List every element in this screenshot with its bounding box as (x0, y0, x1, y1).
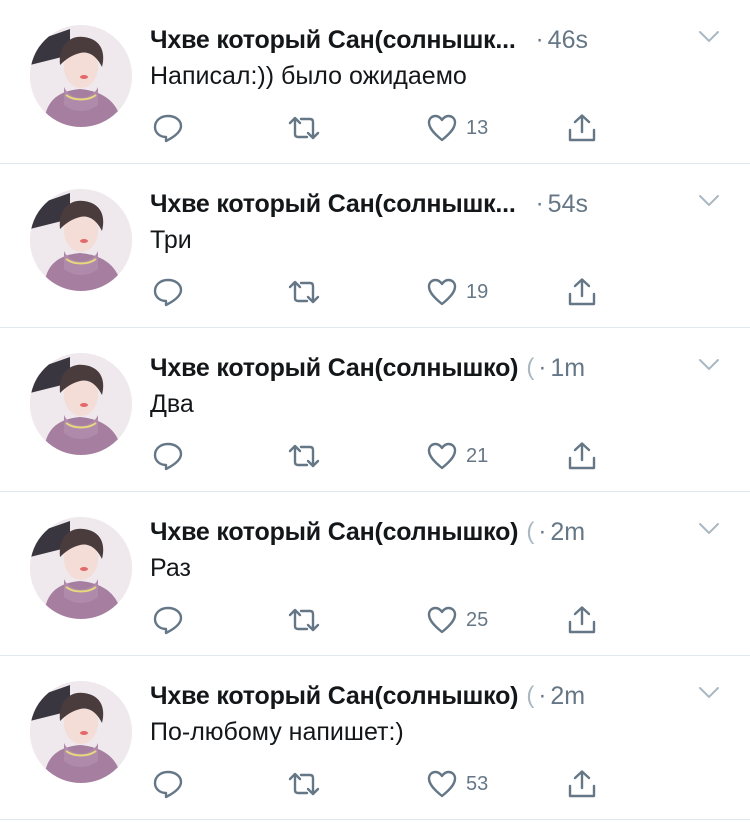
share-icon (568, 770, 596, 798)
share-button[interactable] (566, 764, 598, 804)
like-button[interactable]: 53 (426, 764, 488, 804)
timestamp[interactable]: 1m (550, 354, 585, 383)
tweet[interactable]: Чхве который Сан(солнышк... · 54s Три 19 (0, 164, 750, 328)
retweet-icon (288, 116, 320, 140)
retweet-icon (288, 280, 320, 304)
tweet-actions: 13 (150, 108, 610, 148)
retweet-button[interactable] (286, 272, 322, 312)
tweet[interactable]: Чхве который Сан(солнышк... · 46s Написа… (0, 0, 750, 164)
tweet-text: Три (150, 226, 192, 254)
separator-dot: · (538, 354, 547, 381)
chevron-down-icon[interactable] (698, 358, 720, 372)
retweet-button[interactable] (286, 108, 322, 148)
avatar[interactable] (30, 189, 132, 291)
reply-icon (153, 114, 183, 143)
retweet-icon (288, 772, 320, 796)
like-count: 13 (466, 116, 489, 139)
tweet[interactable]: Чхве который Сан(солнышко) ( · 1m Два 21 (0, 328, 750, 492)
chevron-down-icon[interactable] (698, 194, 720, 208)
reply-button[interactable] (152, 600, 184, 640)
heart-icon (427, 114, 457, 142)
tweet-actions: 21 (150, 436, 610, 476)
like-button[interactable]: 21 (426, 436, 488, 476)
retweet-button[interactable] (286, 436, 322, 476)
chevron-down-icon[interactable] (698, 522, 720, 536)
reply-button[interactable] (152, 436, 184, 476)
timestamp[interactable]: 46s (548, 26, 588, 55)
heart-icon (427, 278, 457, 306)
chevron-down-icon[interactable] (698, 30, 720, 44)
like-count: 53 (466, 772, 489, 795)
tweet[interactable]: Чхве который Сан(солнышко) ( · 2m Раз 25 (0, 492, 750, 656)
heart-icon (427, 606, 457, 634)
reply-icon (153, 606, 183, 635)
tweet-header: Чхве который Сан(солнышко) ( · 2m (150, 678, 730, 714)
avatar[interactable] (30, 681, 132, 783)
tweet-actions: 53 (150, 764, 610, 804)
tweet-header: Чхве который Сан(солнышко) ( · 1m (150, 350, 730, 386)
reply-button[interactable] (152, 108, 184, 148)
heart-icon (427, 442, 457, 470)
display-name[interactable]: Чхве который Сан(солнышко) (150, 354, 518, 383)
share-button[interactable] (566, 108, 598, 148)
retweet-button[interactable] (286, 600, 322, 640)
timestamp[interactable]: 54s (548, 190, 588, 219)
share-icon (568, 606, 596, 634)
tweet-text: Раз (150, 554, 191, 582)
separator-dot: · (538, 682, 547, 709)
share-button[interactable] (566, 272, 598, 312)
display-name[interactable]: Чхве который Сан(солнышк... (150, 26, 516, 55)
timeline: Чхве который Сан(солнышк... · 46s Написа… (0, 0, 750, 820)
tweet-header: Чхве который Сан(солнышко) ( · 2m (150, 514, 730, 550)
like-button[interactable]: 25 (426, 600, 488, 640)
tweet-text: Написал:)) было ожидаемо (150, 62, 467, 90)
timestamp[interactable]: 2m (550, 682, 585, 711)
avatar[interactable] (30, 517, 132, 619)
like-count: 21 (466, 444, 489, 467)
reply-icon (153, 278, 183, 307)
display-name[interactable]: Чхве который Сан(солнышко) (150, 682, 518, 711)
share-icon (568, 442, 596, 470)
reply-button[interactable] (152, 272, 184, 312)
handle-fragment[interactable]: ( (526, 354, 536, 382)
like-count: 19 (466, 280, 489, 303)
tweet[interactable]: Чхве который Сан(солнышко) ( · 2m По-люб… (0, 656, 750, 820)
share-button[interactable] (566, 600, 598, 640)
share-icon (568, 114, 596, 142)
handle-fragment[interactable]: ( (526, 682, 536, 710)
avatar[interactable] (30, 353, 132, 455)
share-icon (568, 278, 596, 306)
avatar[interactable] (30, 25, 132, 127)
reply-icon (153, 442, 183, 471)
timestamp[interactable]: 2m (550, 518, 585, 547)
heart-icon (427, 770, 457, 798)
share-button[interactable] (566, 436, 598, 476)
retweet-button[interactable] (286, 764, 322, 804)
like-button[interactable]: 13 (426, 108, 488, 148)
display-name[interactable]: Чхве который Сан(солнышко) (150, 518, 518, 547)
separator-dot: · (538, 518, 547, 545)
tweet-text: По-любому напишет:) (150, 718, 404, 746)
reply-icon (153, 770, 183, 799)
tweet-header: Чхве который Сан(солнышк... · 54s (150, 186, 730, 222)
tweet-text: Два (150, 390, 194, 418)
retweet-icon (288, 608, 320, 632)
separator-dot: · (535, 190, 544, 217)
tweet-actions: 25 (150, 600, 610, 640)
handle-fragment[interactable]: ( (526, 518, 536, 546)
chevron-down-icon[interactable] (698, 686, 720, 700)
separator-dot: · (535, 26, 544, 53)
tweet-actions: 19 (150, 272, 610, 312)
tweet-header: Чхве который Сан(солнышк... · 46s (150, 22, 730, 58)
like-count: 25 (466, 608, 489, 631)
reply-button[interactable] (152, 764, 184, 804)
retweet-icon (288, 444, 320, 468)
like-button[interactable]: 19 (426, 272, 488, 312)
display-name[interactable]: Чхве который Сан(солнышк... (150, 190, 516, 219)
